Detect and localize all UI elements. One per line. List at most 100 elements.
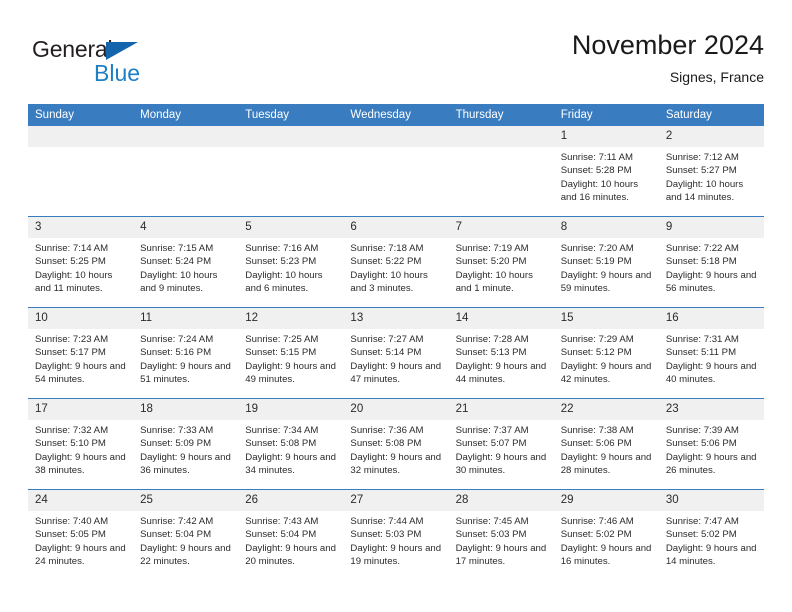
- calendar-day-cell[interactable]: 29 Sunrise: 7:46 AM Sunset: 5:02 PM Dayligh…: [553, 489, 659, 580]
- day-number: 13: [343, 308, 449, 329]
- calendar-day-cell[interactable]: 27 Sunrise: 7:44 AM Sunset: 5:03 PM Dayligh…: [343, 489, 449, 580]
- sunrise-text: Sunrise: 7:28 AM: [455, 334, 529, 345]
- calendar-day-cell[interactable]: 13 Sunrise: 7:27 AM Sunset: 5:14 PM Dayligh…: [343, 307, 449, 399]
- sunset-text: Sunset: 5:03 PM: [455, 529, 527, 541]
- weekday-header-thursday: Thursday: [448, 104, 554, 126]
- calendar-day-cell[interactable]: 7 Sunrise: 7:19 AM Sunset: 5:20 PM Daylight…: [448, 216, 554, 308]
- calendar-day-cell[interactable]: 21 Sunrise: 7:37 AM Sunset: 5:07 PM Dayligh…: [448, 398, 554, 490]
- calendar-day-cell[interactable]: 1 Sunrise: 7:11 AM Sunset: 5:28 PM Daylight…: [553, 126, 659, 217]
- day-cell-inner: 2 Sunrise: 7:12 AM Sunset: 5:27 PM Daylight…: [658, 126, 764, 216]
- day-details: Sunrise: 7:37 AM Sunset: 5:07 PM Daylight:…: [449, 420, 554, 478]
- sunrise-text: Sunrise: 7:23 AM: [35, 334, 109, 345]
- day-cell-inner: 3 Sunrise: 7:14 AM Sunset: 5:25 PM Daylight…: [28, 217, 134, 307]
- daylight-text: Daylight: 9 hours and 47 minutes.: [350, 360, 442, 386]
- general-blue-logo[interactable]: General Blue: [32, 36, 212, 94]
- day-number: 1: [553, 126, 659, 147]
- sunset-text: Sunset: 5:06 PM: [665, 438, 737, 450]
- calendar-day-cell[interactable]: 23 Sunrise: 7:39 AM Sunset: 5:06 PM Dayligh…: [658, 398, 764, 490]
- daylight-text: Daylight: 10 hours and 11 minutes.: [35, 269, 113, 295]
- logo-text-general: General: [32, 36, 113, 62]
- day-cell-inner: 19 Sunrise: 7:34 AM Sunset: 5:08 PM Dayligh…: [238, 399, 344, 489]
- daylight-text: Daylight: 10 hours and 9 minutes.: [140, 269, 218, 295]
- calendar-day-cell[interactable]: 14 Sunrise: 7:28 AM Sunset: 5:13 PM Dayligh…: [448, 307, 554, 399]
- calendar-day-cell[interactable]: 2 Sunrise: 7:12 AM Sunset: 5:27 PM Daylight…: [658, 126, 764, 217]
- day-details: Sunrise: 7:20 AM Sunset: 5:19 PM Daylight:…: [554, 238, 659, 296]
- day-number: 20: [343, 399, 449, 420]
- day-details: Sunrise: 7:34 AM Sunset: 5:08 PM Daylight:…: [238, 420, 343, 478]
- day-number: 7: [448, 217, 554, 238]
- sunset-text: Sunset: 5:18 PM: [665, 256, 737, 268]
- day-cell-inner: 22 Sunrise: 7:38 AM Sunset: 5:06 PM Dayligh…: [553, 399, 659, 489]
- calendar-day-cell[interactable]: 16 Sunrise: 7:31 AM Sunset: 5:11 PM Dayligh…: [658, 307, 764, 399]
- day-number: [343, 126, 449, 147]
- sunset-text: Sunset: 5:04 PM: [140, 529, 212, 541]
- day-cell-inner: [343, 126, 449, 216]
- day-number: 12: [238, 308, 344, 329]
- sunset-text: Sunset: 5:02 PM: [665, 529, 737, 541]
- sunrise-text: Sunrise: 7:27 AM: [350, 334, 424, 345]
- day-cell-inner: 21 Sunrise: 7:37 AM Sunset: 5:07 PM Dayligh…: [448, 399, 554, 489]
- day-number: 30: [658, 490, 764, 511]
- weekday-header-tuesday: Tuesday: [238, 104, 344, 126]
- day-number: 5: [238, 217, 344, 238]
- calendar-day-cell[interactable]: 26 Sunrise: 7:43 AM Sunset: 5:04 PM Dayligh…: [238, 489, 344, 580]
- calendar-day-cell[interactable]: 5 Sunrise: 7:16 AM Sunset: 5:23 PM Daylight…: [238, 216, 344, 308]
- sunrise-text: Sunrise: 7:43 AM: [245, 516, 319, 527]
- calendar-day-cell[interactable]: 8 Sunrise: 7:20 AM Sunset: 5:19 PM Daylight…: [553, 216, 659, 308]
- sunrise-text: Sunrise: 7:11 AM: [560, 152, 634, 163]
- day-number: [238, 126, 344, 147]
- sunset-text: Sunset: 5:05 PM: [35, 529, 106, 541]
- day-number: 3: [28, 217, 134, 238]
- daylight-text: Daylight: 9 hours and 26 minutes.: [665, 451, 757, 477]
- calendar-day-cell[interactable]: 10 Sunrise: 7:23 AM Sunset: 5:17 PM Dayligh…: [28, 307, 134, 399]
- sunrise-text: Sunrise: 7:45 AM: [455, 516, 529, 527]
- calendar-day-cell[interactable]: 22 Sunrise: 7:38 AM Sunset: 5:06 PM Dayligh…: [553, 398, 659, 490]
- sunset-text: Sunset: 5:24 PM: [140, 256, 212, 268]
- daylight-text: Daylight: 9 hours and 51 minutes.: [140, 360, 231, 386]
- calendar-day-cell[interactable]: 25 Sunrise: 7:42 AM Sunset: 5:04 PM Dayligh…: [133, 489, 239, 580]
- calendar-day-cell[interactable]: 15 Sunrise: 7:29 AM Sunset: 5:12 PM Dayligh…: [553, 307, 659, 399]
- day-cell-inner: 26 Sunrise: 7:43 AM Sunset: 5:04 PM Dayligh…: [238, 490, 344, 580]
- weekday-header-wednesday: Wednesday: [343, 104, 449, 126]
- logo-triangle-icon: [106, 42, 138, 60]
- calendar-day-cell[interactable]: 6 Sunrise: 7:18 AM Sunset: 5:22 PM Daylight…: [343, 216, 449, 308]
- day-number: 25: [133, 490, 239, 511]
- calendar-day-cell[interactable]: 3 Sunrise: 7:14 AM Sunset: 5:25 PM Daylight…: [28, 216, 134, 308]
- daylight-text: Daylight: 9 hours and 22 minutes.: [140, 542, 231, 568]
- calendar-day-cell[interactable]: 11 Sunrise: 7:24 AM Sunset: 5:16 PM Dayligh…: [133, 307, 239, 399]
- day-number: 22: [553, 399, 659, 420]
- sunset-text: Sunset: 5:17 PM: [35, 347, 106, 359]
- calendar-day-cell[interactable]: 20 Sunrise: 7:36 AM Sunset: 5:08 PM Dayligh…: [343, 398, 449, 490]
- sunrise-text: Sunrise: 7:24 AM: [140, 334, 214, 345]
- calendar-day-cell[interactable]: 12 Sunrise: 7:25 AM Sunset: 5:15 PM Dayligh…: [238, 307, 344, 399]
- daylight-text: Daylight: 9 hours and 20 minutes.: [245, 542, 336, 568]
- day-details: Sunrise: 7:16 AM Sunset: 5:23 PM Daylight:…: [238, 238, 343, 296]
- calendar-day-cell[interactable]: 24 Sunrise: 7:40 AM Sunset: 5:05 PM Dayligh…: [28, 489, 134, 580]
- calendar-day-cell[interactable]: 9 Sunrise: 7:22 AM Sunset: 5:18 PM Daylight…: [658, 216, 764, 308]
- daylight-text: Daylight: 9 hours and 34 minutes.: [245, 451, 336, 477]
- calendar-day-cell[interactable]: 30 Sunrise: 7:47 AM Sunset: 5:02 PM Dayligh…: [658, 489, 764, 580]
- calendar-page: General Blue November 2024 Signes, Franc…: [0, 0, 792, 612]
- day-cell-inner: 15 Sunrise: 7:29 AM Sunset: 5:12 PM Dayligh…: [553, 308, 659, 398]
- calendar-body: 1 Sunrise: 7:11 AM Sunset: 5:28 PM Daylight…: [28, 126, 764, 580]
- calendar-day-cell[interactable]: 4 Sunrise: 7:15 AM Sunset: 5:24 PM Daylight…: [133, 216, 239, 308]
- calendar-day-cell[interactable]: 28 Sunrise: 7:45 AM Sunset: 5:03 PM Dayligh…: [448, 489, 554, 580]
- day-number: 10: [28, 308, 134, 329]
- day-cell-inner: 14 Sunrise: 7:28 AM Sunset: 5:13 PM Dayligh…: [448, 308, 554, 398]
- daylight-text: Daylight: 9 hours and 38 minutes.: [35, 451, 126, 477]
- day-cell-inner: 23 Sunrise: 7:39 AM Sunset: 5:06 PM Dayligh…: [658, 399, 764, 489]
- day-number: 29: [553, 490, 659, 511]
- calendar-day-cell-empty: [343, 126, 449, 217]
- calendar-day-cell[interactable]: 17 Sunrise: 7:32 AM Sunset: 5:10 PM Dayligh…: [28, 398, 134, 490]
- calendar-day-cell[interactable]: 18 Sunrise: 7:33 AM Sunset: 5:09 PM Dayligh…: [133, 398, 239, 490]
- day-cell-inner: 8 Sunrise: 7:20 AM Sunset: 5:19 PM Daylight…: [553, 217, 659, 307]
- day-details: Sunrise: 7:27 AM Sunset: 5:14 PM Daylight:…: [343, 329, 448, 387]
- sunrise-text: Sunrise: 7:29 AM: [560, 334, 634, 345]
- calendar-day-cell-empty: [28, 126, 134, 217]
- calendar-day-cell[interactable]: 19 Sunrise: 7:34 AM Sunset: 5:08 PM Dayligh…: [238, 398, 344, 490]
- daylight-text: Daylight: 10 hours and 6 minutes.: [245, 269, 323, 295]
- daylight-text: Daylight: 9 hours and 16 minutes.: [560, 542, 652, 568]
- sunset-text: Sunset: 5:03 PM: [350, 529, 422, 541]
- calendar-week-row: 17 Sunrise: 7:32 AM Sunset: 5:10 PM Dayligh…: [28, 398, 764, 490]
- sunrise-text: Sunrise: 7:15 AM: [140, 243, 214, 254]
